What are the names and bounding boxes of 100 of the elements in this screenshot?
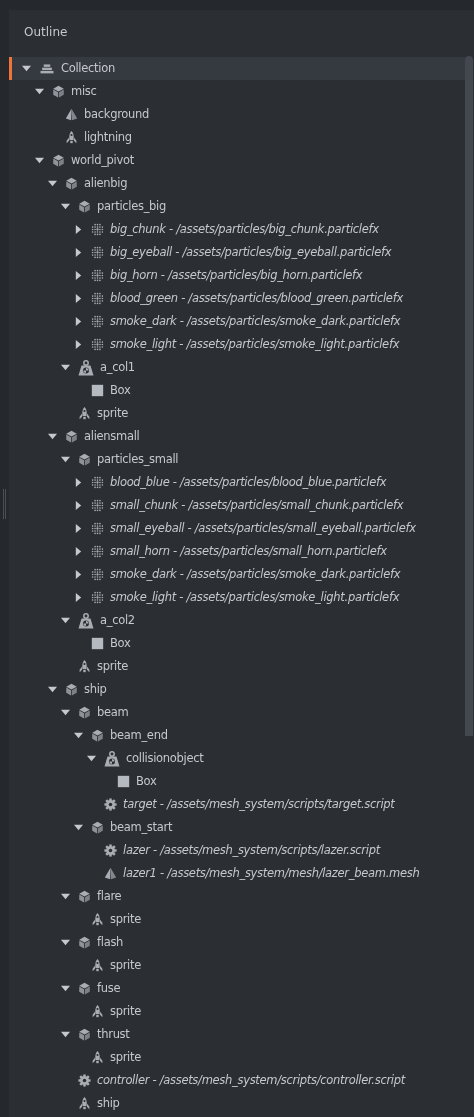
tree-row[interactable]: Box <box>9 379 465 402</box>
node-label: big_chunk - /assets/particles/big_chunk.particlefx <box>110 220 379 238</box>
tree-row[interactable]: big_eyeball - /assets/particles/big_eyeball.particlefx <box>9 241 465 264</box>
expand-arrow-icon[interactable] <box>74 570 83 579</box>
collapse-arrow-icon[interactable] <box>61 708 70 717</box>
collapse-arrow-icon[interactable] <box>61 616 70 625</box>
tree-row[interactable]: collisionobject <box>9 747 465 770</box>
expand-arrow-icon[interactable] <box>74 317 83 326</box>
cube-icon <box>91 821 104 834</box>
collapse-arrow-icon[interactable] <box>61 984 70 993</box>
tree-row[interactable]: misc <box>9 80 465 103</box>
expand-arrow-icon[interactable] <box>74 547 83 556</box>
tree-row[interactable]: beam <box>9 701 465 724</box>
tree-row[interactable]: beam_start <box>9 816 465 839</box>
particles-icon <box>91 315 104 328</box>
tree-row[interactable]: controller - /assets/mesh_system/scripts/controller.script <box>9 1069 465 1092</box>
tree-row[interactable]: sprite <box>9 954 465 977</box>
panel-title: Outline <box>24 24 68 41</box>
cube-icon <box>65 683 78 696</box>
collapse-arrow-icon[interactable] <box>35 156 44 165</box>
tree-row[interactable]: ship <box>9 1092 465 1115</box>
tree-row[interactable]: blood_blue - /assets/particles/blood_blue.particlefx <box>9 471 465 494</box>
collapse-arrow-icon[interactable] <box>87 754 96 763</box>
tree-row[interactable]: smoke_light - /assets/particles/smoke_light.particlefx <box>9 333 465 356</box>
particles-icon <box>91 591 104 604</box>
expand-arrow-icon[interactable] <box>74 225 83 234</box>
square-icon <box>91 384 104 397</box>
expand-arrow-icon[interactable] <box>74 478 83 487</box>
expand-arrow-icon[interactable] <box>74 501 83 510</box>
tree-row[interactable]: a_col1 <box>9 356 465 379</box>
collapse-arrow-icon[interactable] <box>61 455 70 464</box>
expand-arrow-icon[interactable] <box>74 248 83 257</box>
scrollbar-thumb[interactable] <box>465 56 473 736</box>
tree-row[interactable]: target - /assets/mesh_system/scripts/target.script <box>9 793 465 816</box>
tree-row[interactable]: particles_small <box>9 448 465 471</box>
node-label: world_pivot <box>71 151 134 169</box>
particles-icon <box>91 568 104 581</box>
tree-row[interactable]: a_col2 <box>9 609 465 632</box>
tree-row[interactable]: ship <box>9 678 465 701</box>
tree-row[interactable]: sprite <box>9 908 465 931</box>
collapse-arrow-icon[interactable] <box>35 87 44 96</box>
collapse-arrow-icon[interactable] <box>48 685 57 694</box>
tree-row[interactable]: big_horn - /assets/particles/big_horn.particlefx <box>9 264 465 287</box>
pyramid-icon <box>104 867 117 880</box>
expand-arrow-icon[interactable] <box>74 593 83 602</box>
collapse-arrow-icon[interactable] <box>74 823 83 832</box>
collapse-arrow-icon[interactable] <box>61 1030 70 1039</box>
tree-row[interactable]: aliensmall <box>9 425 465 448</box>
tree-row[interactable]: blood_green - /assets/particles/blood_green.particlefx <box>9 287 465 310</box>
expand-arrow-icon[interactable] <box>74 524 83 533</box>
tree-row[interactable]: smoke_light - /assets/particles/smoke_light.particlefx <box>9 586 465 609</box>
tree-row[interactable]: sprite <box>9 1000 465 1023</box>
tree-row[interactable]: flare <box>9 885 465 908</box>
tree-row[interactable]: fuse <box>9 977 465 1000</box>
tree-row[interactable]: small_chunk - /assets/particles/small_chunk.particlefx <box>9 494 465 517</box>
node-label: ship <box>97 1094 120 1112</box>
node-label: collisionobject <box>126 749 204 767</box>
rocket-icon <box>78 1097 91 1110</box>
node-label: sprite <box>97 657 128 675</box>
particles-icon <box>91 522 104 535</box>
tree-row[interactable]: background <box>9 103 465 126</box>
expand-arrow-icon[interactable] <box>74 340 83 349</box>
expand-arrow-icon[interactable] <box>74 294 83 303</box>
tree-row[interactable]: big_chunk - /assets/particles/big_chunk.particlefx <box>9 218 465 241</box>
collapse-arrow-icon[interactable] <box>48 179 57 188</box>
tree-row[interactable]: flash <box>9 931 465 954</box>
tree-row[interactable]: Box <box>9 770 465 793</box>
square-icon <box>117 775 130 788</box>
tree-row[interactable]: lazer - /assets/mesh_system/scripts/lazer.script <box>9 839 465 862</box>
tree-row[interactable]: smoke_dark - /assets/particles/smoke_dark.particlefx <box>9 310 465 333</box>
resize-handle[interactable] <box>3 488 6 519</box>
tree-row[interactable]: alienbig <box>9 172 465 195</box>
cube-icon <box>78 890 91 903</box>
tree-row[interactable]: small_eyeball - /assets/particles/small_eyeball.particlefx <box>9 517 465 540</box>
particles-icon <box>91 499 104 512</box>
tree-row[interactable]: smoke_dark - /assets/particles/smoke_dark.particlefx <box>9 563 465 586</box>
tree-row[interactable]: Collection <box>9 57 465 80</box>
tree-row[interactable]: lightning <box>9 126 465 149</box>
tree-row[interactable]: small_horn - /assets/particles/small_horn.particlefx <box>9 540 465 563</box>
tree-row[interactable]: thrust <box>9 1023 465 1046</box>
collapse-arrow-icon[interactable] <box>48 432 57 441</box>
node-label: lazer - /assets/mesh_system/scripts/lazer.script <box>123 841 380 859</box>
collapse-arrow-icon[interactable] <box>61 938 70 947</box>
tree-row[interactable]: beam_end <box>9 724 465 747</box>
collapse-arrow-icon[interactable] <box>61 363 70 372</box>
weight-icon <box>104 750 120 767</box>
tree-row[interactable]: particles_big <box>9 195 465 218</box>
collapse-arrow-icon[interactable] <box>74 731 83 740</box>
tree-row[interactable]: sprite <box>9 655 465 678</box>
collapse-arrow-icon[interactable] <box>61 892 70 901</box>
collapse-arrow-icon[interactable] <box>22 64 31 73</box>
tree-row[interactable]: sprite <box>9 402 465 425</box>
tree-row[interactable]: Box <box>9 632 465 655</box>
tree-row[interactable]: lazer1 - /assets/mesh_system/mesh/lazer_beam.mesh <box>9 862 465 885</box>
expand-arrow-icon[interactable] <box>74 271 83 280</box>
node-label: Box <box>136 772 157 790</box>
tree-row[interactable]: sprite <box>9 1046 465 1069</box>
particles-icon <box>91 545 104 558</box>
collapse-arrow-icon[interactable] <box>61 202 70 211</box>
tree-row[interactable]: world_pivot <box>9 149 465 172</box>
